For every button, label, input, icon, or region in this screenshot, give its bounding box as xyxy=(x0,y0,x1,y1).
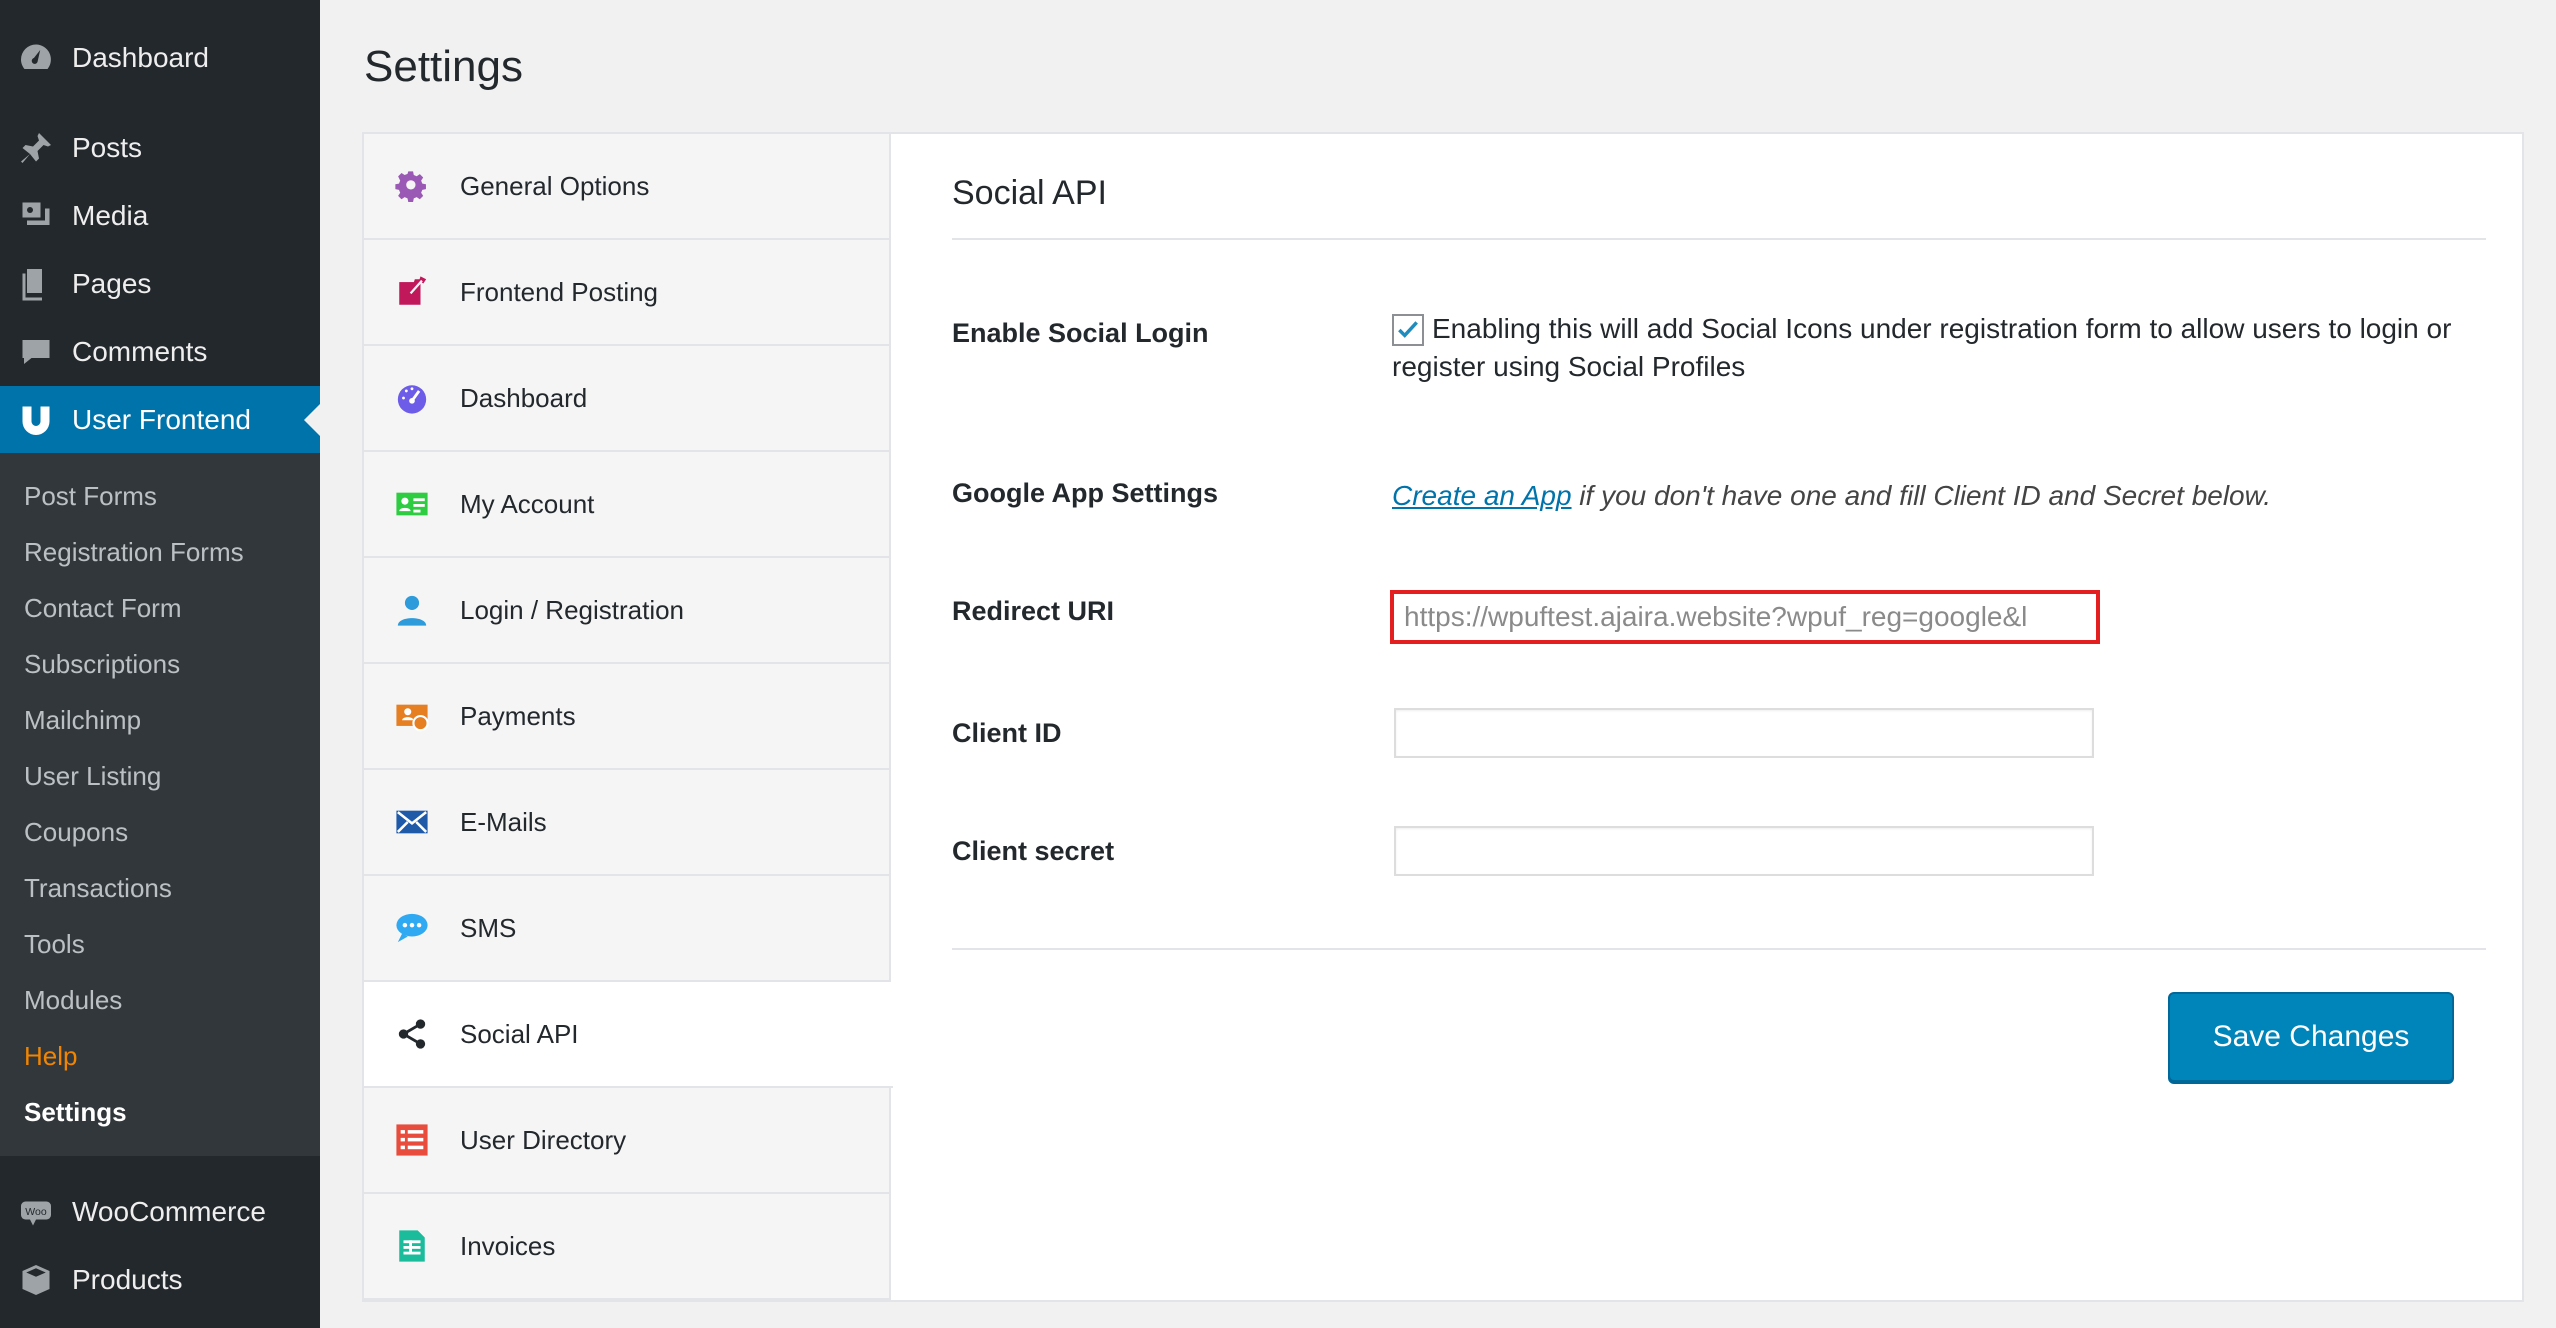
submenu-settings[interactable]: Settings xyxy=(24,1097,127,1128)
submenu-help[interactable]: Help xyxy=(24,1041,77,1072)
tab-label: Social API xyxy=(460,1018,579,1049)
menu-media[interactable]: Media xyxy=(0,182,320,250)
gear-icon xyxy=(364,169,460,203)
menu-user-frontend[interactable]: User Frontend xyxy=(0,386,320,454)
user-frontend-submenu: Post Forms Registration Forms Contact Fo… xyxy=(0,453,320,1156)
svg-text:Woo: Woo xyxy=(25,1206,47,1218)
page-title: Settings xyxy=(364,42,523,91)
google-app-settings-text: Create an App if you don't have one and … xyxy=(1392,480,2271,512)
submenu-mailchimp[interactable]: Mailchimp xyxy=(24,705,141,736)
pin-icon xyxy=(0,130,72,166)
create-app-link[interactable]: Create an App xyxy=(1392,480,1572,511)
submenu-contact-form[interactable]: Contact Form xyxy=(24,593,182,624)
id-card-icon xyxy=(364,487,460,521)
menu-label: User Frontend xyxy=(72,404,251,435)
comment-icon xyxy=(0,334,72,370)
tab-label: My Account xyxy=(460,488,595,519)
client-secret-input[interactable] xyxy=(1394,826,2094,876)
payment-icon xyxy=(364,699,460,733)
tab-user-directory[interactable]: User Directory xyxy=(364,1088,889,1194)
client-id-label: Client ID xyxy=(952,718,1062,748)
submenu-subscriptions[interactable]: Subscriptions xyxy=(24,649,180,680)
tab-label: Payments xyxy=(460,700,576,731)
menu-label: Dashboard xyxy=(72,42,209,73)
tab-sms[interactable]: SMS xyxy=(364,876,889,982)
menu-pages[interactable]: Pages xyxy=(0,250,320,318)
google-app-settings-label: Google App Settings xyxy=(952,478,1218,508)
redirect-uri-highlight xyxy=(1390,590,2100,644)
menu-dashboard[interactable]: Dashboard xyxy=(0,24,320,92)
client-id-input[interactable] xyxy=(1394,708,2094,758)
tab-dashboard[interactable]: Dashboard xyxy=(364,346,889,452)
user-frontend-icon xyxy=(0,402,72,438)
redirect-uri-label: Redirect URI xyxy=(952,596,1115,626)
media-icon xyxy=(0,198,72,234)
menu-comments[interactable]: Comments xyxy=(0,318,320,386)
tab-label: E-Mails xyxy=(460,806,547,837)
menu-label: Comments xyxy=(72,336,208,367)
woo-icon: Woo xyxy=(0,1194,72,1230)
tab-label: SMS xyxy=(460,912,517,943)
section-divider xyxy=(952,238,2486,240)
form-footer-divider xyxy=(952,948,2486,950)
invoice-icon xyxy=(364,1229,460,1263)
tab-label: Invoices xyxy=(460,1230,556,1261)
menu-posts[interactable]: Posts xyxy=(0,114,320,182)
redirect-uri-input[interactable] xyxy=(1394,594,2096,640)
tab-my-account[interactable]: My Account xyxy=(364,452,889,558)
share-icon xyxy=(364,1017,460,1051)
tab-login-registration[interactable]: Login / Registration xyxy=(364,558,889,664)
chat-icon xyxy=(364,911,460,945)
submenu-modules[interactable]: Modules xyxy=(24,985,122,1016)
tab-social-api[interactable]: Social API xyxy=(364,982,893,1088)
settings-panel: General Options Frontend Posting Dashboa… xyxy=(362,132,2524,1302)
pages-icon xyxy=(0,266,72,302)
submenu-user-listing[interactable]: User Listing xyxy=(24,761,161,792)
menu-products[interactable]: Products xyxy=(0,1246,320,1314)
google-app-help-text: if you don't have one and fill Client ID… xyxy=(1571,480,2272,511)
menu-label: Media xyxy=(72,200,149,231)
tab-label: Frontend Posting xyxy=(460,276,659,307)
tab-payments[interactable]: Payments xyxy=(364,664,889,770)
tab-invoices[interactable]: Invoices xyxy=(364,1194,889,1300)
menu-woocommerce[interactable]: Woo WooCommerce xyxy=(0,1178,320,1246)
dashboard-icon xyxy=(364,381,460,415)
submenu-tools[interactable]: Tools xyxy=(24,929,85,960)
submenu-post-forms[interactable]: Post Forms xyxy=(24,481,157,512)
menu-label: WooCommerce xyxy=(72,1196,266,1227)
email-icon xyxy=(364,805,460,839)
box-icon xyxy=(0,1262,72,1298)
enable-social-login-label: Enable Social Login xyxy=(952,318,1209,348)
submenu-registration-forms[interactable]: Registration Forms xyxy=(24,537,244,568)
edit-icon xyxy=(364,275,460,309)
user-icon xyxy=(364,593,460,627)
tab-label: User Directory xyxy=(460,1124,627,1155)
menu-label: Posts xyxy=(72,132,143,163)
menu-label: Products xyxy=(72,1264,183,1295)
list-icon xyxy=(364,1123,460,1157)
submenu-coupons[interactable]: Coupons xyxy=(24,817,128,848)
section-title: Social API xyxy=(952,174,1107,212)
client-secret-label: Client secret xyxy=(952,836,1115,866)
tab-label: General Options xyxy=(460,170,650,201)
tab-label: Login / Registration xyxy=(460,594,685,625)
tab-label: Dashboard xyxy=(460,382,588,413)
tab-emails[interactable]: E-Mails xyxy=(364,770,889,876)
admin-sidebar: Dashboard Posts Media Pages Comments Use… xyxy=(0,0,320,1328)
tab-frontend-posting[interactable]: Frontend Posting xyxy=(364,240,889,346)
submenu-transactions[interactable]: Transactions xyxy=(24,873,172,904)
save-changes-button[interactable]: Save Changes xyxy=(2168,992,2454,1082)
tab-general-options[interactable]: General Options xyxy=(364,134,889,240)
menu-label: Pages xyxy=(72,268,152,299)
dashboard-icon xyxy=(0,40,72,76)
enable-social-login-description: Enabling this will add Social Icons unde… xyxy=(1392,313,2452,382)
settings-tabs: General Options Frontend Posting Dashboa… xyxy=(364,134,893,1300)
